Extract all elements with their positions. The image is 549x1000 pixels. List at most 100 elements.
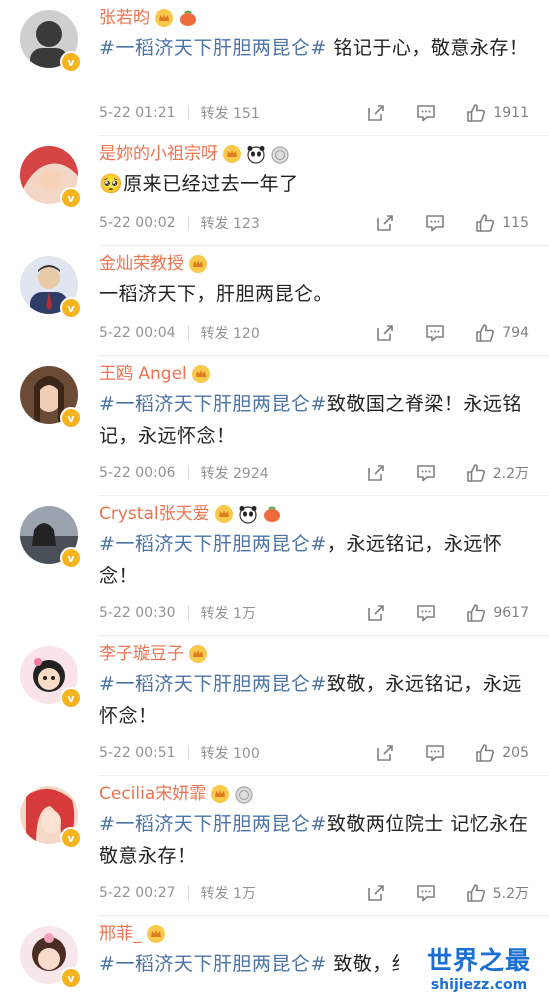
- repost-count: 转发 123: [200, 216, 260, 232]
- topic-link[interactable]: #一稻济天下肝胆两昆仑#: [99, 953, 327, 975]
- comment-meta: 5-22 01:21 转发 151: [99, 103, 260, 123]
- topic-link[interactable]: #一稻济天下肝胆两昆仑#: [99, 673, 327, 695]
- share-icon[interactable]: [365, 102, 387, 124]
- comment-text: 🥺原来已经过去一年了: [99, 173, 299, 195]
- like-icon[interactable]: [465, 102, 487, 124]
- username[interactable]: 李子璇豆子: [99, 642, 184, 666]
- comment-meta: 5-22 00:02 转发 123: [99, 213, 260, 233]
- username[interactable]: Crystal张天爱: [99, 502, 210, 526]
- comment-text: #一稻济天下肝胆两昆仑# 致敬，细: [99, 953, 399, 975]
- comment-actions: 5.2万: [365, 882, 529, 904]
- verified-badge-icon: v: [60, 687, 82, 709]
- topic-link[interactable]: #一稻济天下肝胆两昆仑#: [99, 533, 327, 555]
- panda-medal-icon: [238, 504, 258, 524]
- watermark-logo: 世界之最 shijiezz.com: [415, 946, 543, 998]
- crown-medal-icon: [188, 254, 208, 274]
- avatar[interactable]: v: [20, 506, 82, 569]
- comment-actions: 794: [374, 322, 529, 344]
- repost-count: 转发 120: [200, 326, 260, 342]
- like-count: 115: [502, 215, 529, 231]
- share-icon[interactable]: [365, 882, 387, 904]
- silver-medal-icon: [270, 144, 290, 164]
- silver-medal-icon: [234, 784, 254, 804]
- crown-medal-icon: [214, 504, 234, 524]
- username[interactable]: 王鸥 Angel: [99, 362, 187, 386]
- panda-medal-icon: [246, 144, 266, 164]
- verified-badge-icon: v: [60, 51, 82, 73]
- repost-count: 转发 2924: [200, 466, 269, 482]
- username[interactable]: Cecilia宋妍霏: [99, 782, 206, 806]
- avatar[interactable]: v: [20, 10, 82, 73]
- comment-icon[interactable]: [424, 212, 446, 234]
- repost-count: 转发 1万: [200, 886, 256, 902]
- comment-text: #一稻济天下肝胆两昆仑#致敬国之脊梁！永远铭记，永远怀念！: [99, 393, 522, 447]
- comment-actions: 115: [374, 212, 529, 234]
- share-icon[interactable]: [374, 742, 396, 764]
- avatar[interactable]: v: [20, 646, 82, 709]
- timestamp: 5-22 00:06: [99, 465, 176, 481]
- verified-badge-icon: v: [60, 407, 82, 429]
- comment-icon[interactable]: [415, 462, 437, 484]
- comment-item: v 是妳的小祖宗呀 🥺原来已经过去一年了 5-22 00:02 转发 123 1…: [0, 136, 549, 246]
- share-icon[interactable]: [365, 462, 387, 484]
- avatar[interactable]: v: [20, 256, 82, 319]
- comment-actions: 2.2万: [365, 462, 529, 484]
- comment-meta: 5-22 00:04 转发 120: [99, 323, 260, 343]
- verified-badge-icon: v: [60, 547, 82, 569]
- fruit-medal-icon: [178, 8, 198, 28]
- like-count: 2.2万: [492, 466, 529, 482]
- like-icon[interactable]: [474, 322, 496, 344]
- repost-count: 转发 151: [200, 106, 260, 122]
- crown-medal-icon: [191, 364, 211, 384]
- timestamp: 5-22 01:21: [99, 105, 176, 121]
- crown-medal-icon: [222, 144, 242, 164]
- comment-text: 一稻济天下，肝胆两昆仑。: [99, 283, 334, 305]
- share-icon[interactable]: [374, 322, 396, 344]
- topic-link[interactable]: #一稻济天下肝胆两昆仑#: [99, 37, 327, 59]
- comment-icon[interactable]: [424, 742, 446, 764]
- comment-feed: v 张若昀 #一稻济天下肝胆两昆仑# 铭记于心，敬意永存！ 5-22 01:21…: [0, 0, 549, 1000]
- share-icon[interactable]: [365, 602, 387, 624]
- like-count: 9617: [493, 605, 529, 621]
- comment-text: #一稻济天下肝胆两昆仑# 铭记于心，敬意永存！: [99, 37, 529, 59]
- comment-meta: 5-22 00:27 转发 1万: [99, 883, 256, 903]
- fruit-medal-icon: [262, 504, 282, 524]
- comment-icon[interactable]: [415, 602, 437, 624]
- share-icon[interactable]: [374, 212, 396, 234]
- username[interactable]: 金灿荣教授: [99, 252, 184, 276]
- topic-link[interactable]: #一稻济天下肝胆两昆仑#: [99, 393, 327, 415]
- timestamp: 5-22 00:02: [99, 215, 176, 231]
- avatar[interactable]: v: [20, 366, 82, 429]
- avatar[interactable]: v: [20, 146, 82, 209]
- like-count: 205: [502, 745, 529, 761]
- comment-actions: 9617: [365, 602, 529, 624]
- comment-icon[interactable]: [415, 102, 437, 124]
- username[interactable]: 张若昀: [99, 6, 150, 30]
- like-count: 794: [502, 325, 529, 341]
- like-icon[interactable]: [465, 882, 487, 904]
- topic-link[interactable]: #一稻济天下肝胆两昆仑#: [99, 813, 327, 835]
- crown-medal-icon: [188, 644, 208, 664]
- like-icon[interactable]: [465, 462, 487, 484]
- like-icon[interactable]: [474, 212, 496, 234]
- username[interactable]: 是妳的小祖宗呀: [99, 142, 218, 166]
- like-icon[interactable]: [465, 602, 487, 624]
- comment-icon[interactable]: [424, 322, 446, 344]
- comment-text: #一稻济天下肝胆两昆仑#，永远铭记，永远怀念！: [99, 533, 503, 587]
- comment-item: v 李子璇豆子 #一稻济天下肝胆两昆仑#致敬，永远铭记，永远怀念！ 5-22 0…: [0, 636, 549, 776]
- verified-badge-icon: v: [60, 187, 82, 209]
- avatar[interactable]: v: [20, 926, 82, 989]
- comment-text: #一稻济天下肝胆两昆仑#致敬两位院士 记忆永在 敬意永存！: [99, 813, 529, 867]
- comment-icon[interactable]: [415, 882, 437, 904]
- repost-count: 转发 1万: [200, 606, 256, 622]
- comment-meta: 5-22 00:30 转发 1万: [99, 603, 256, 623]
- comment-meta: 5-22 00:51 转发 100: [99, 743, 260, 763]
- avatar[interactable]: v: [20, 786, 82, 849]
- username[interactable]: 邢菲_: [99, 922, 142, 946]
- crown-medal-icon: [146, 924, 166, 944]
- like-count: 1911: [493, 105, 529, 121]
- like-icon[interactable]: [474, 742, 496, 764]
- comment-meta: 5-22 00:06 转发 2924: [99, 463, 269, 483]
- watermark-url: shijiezz.com: [430, 977, 528, 993]
- like-count: 5.2万: [492, 886, 529, 902]
